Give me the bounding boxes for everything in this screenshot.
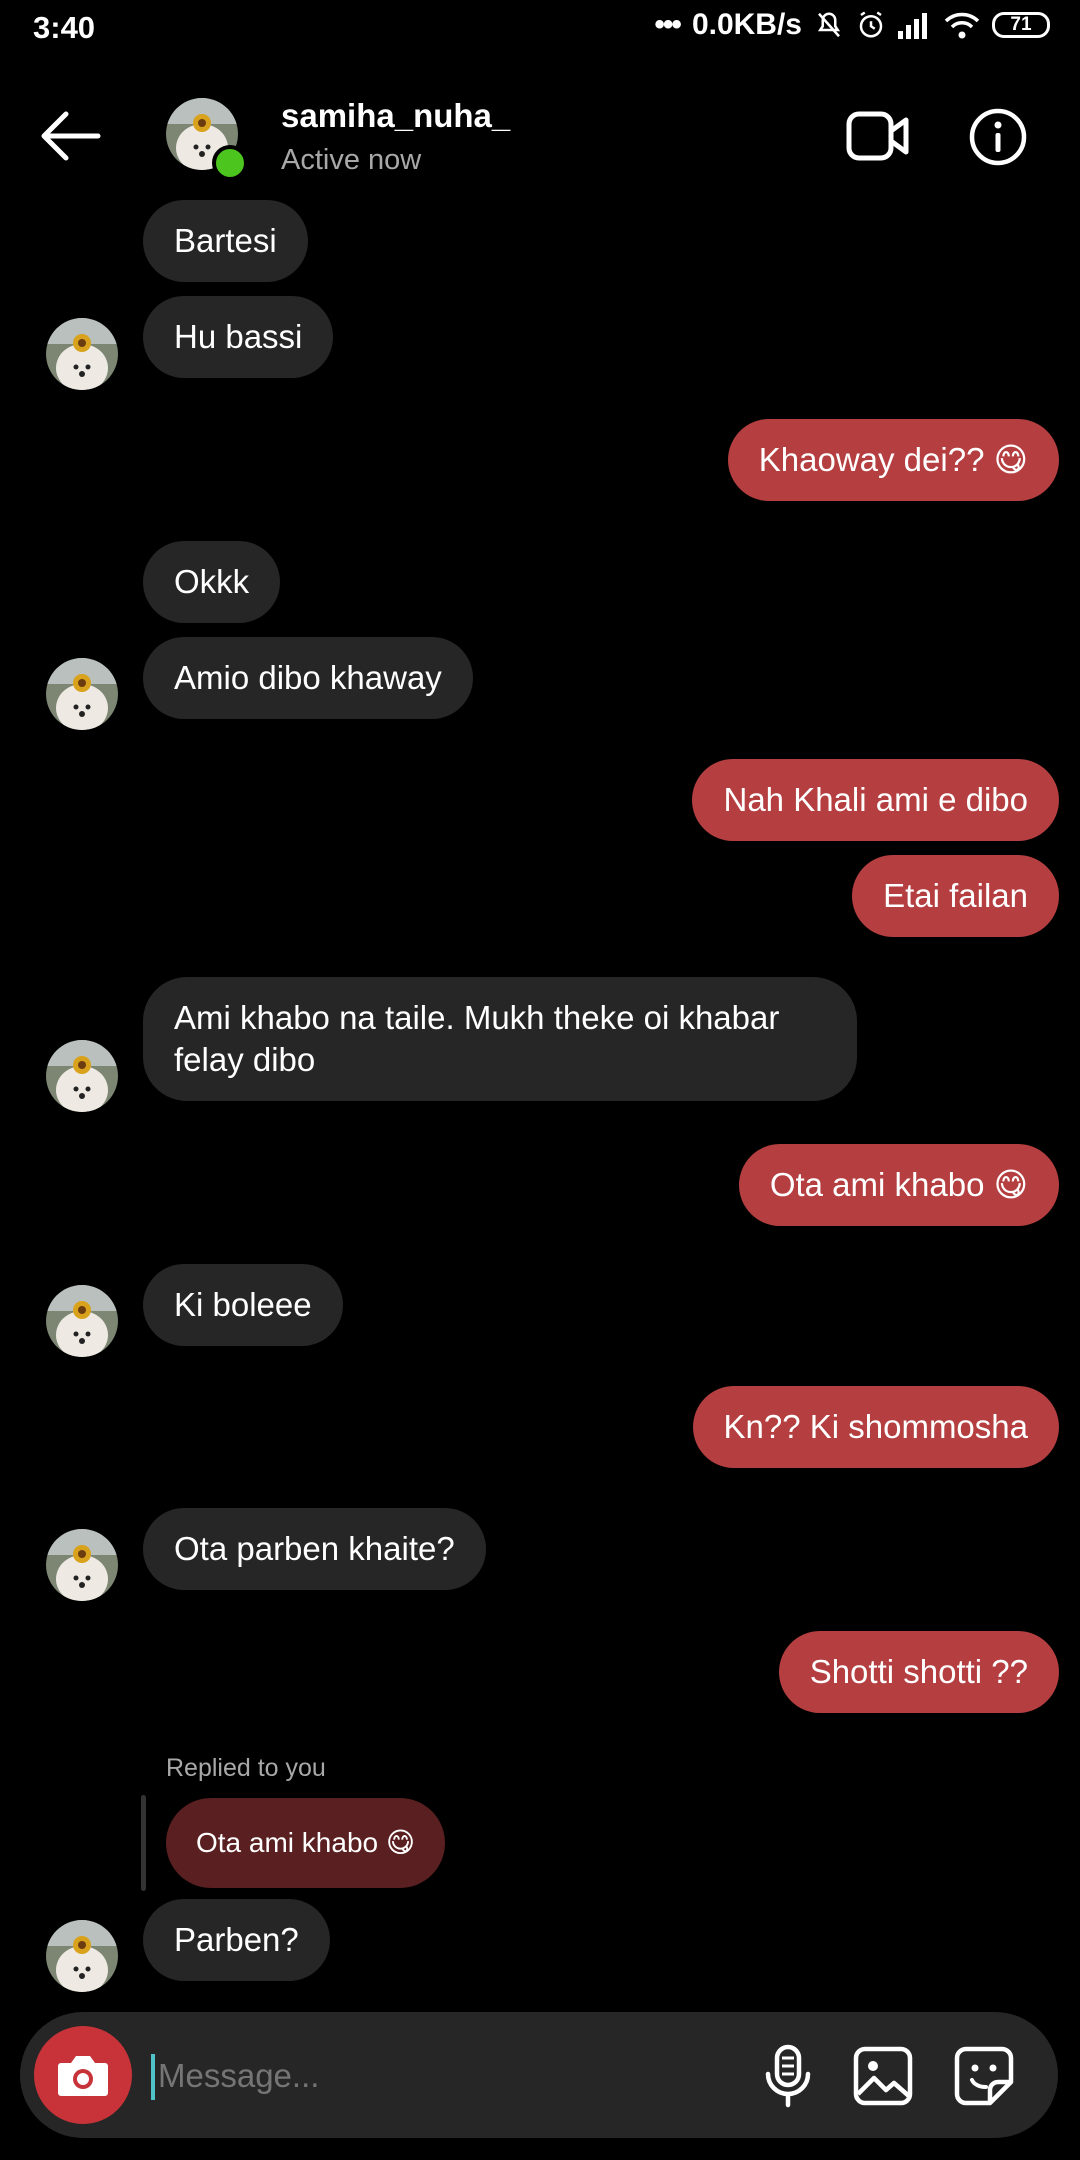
dog-avatar-icon: [46, 658, 118, 730]
message-outgoing[interactable]: Khaoway dei?? 😋: [727, 419, 1059, 501]
dog-avatar-icon: [46, 1920, 118, 1992]
message-incoming[interactable]: Parben?: [143, 1899, 330, 1981]
mute-icon: [814, 10, 844, 40]
online-indicator: [212, 145, 248, 181]
message-incoming[interactable]: Hu bassi: [143, 296, 334, 378]
reply-label: Replied to you: [166, 1754, 326, 1782]
message-incoming[interactable]: Ami khabo na taile. Mukh theke oi khabar…: [143, 977, 857, 1101]
message-outgoing[interactable]: Shotti shotti ??: [778, 1631, 1059, 1713]
message-composer: [20, 2012, 1058, 2138]
more-dots-icon: •••: [654, 8, 681, 41]
status-time: 3:40: [33, 10, 96, 45]
info-button[interactable]: [969, 108, 1027, 166]
camera-icon: [58, 2056, 108, 2096]
message-input[interactable]: [158, 2046, 718, 2106]
sender-avatar[interactable]: [46, 658, 118, 730]
video-call-icon: [846, 111, 909, 161]
message-incoming[interactable]: Ki boleee: [143, 1264, 343, 1346]
sender-avatar[interactable]: [46, 1285, 118, 1357]
battery-icon: 71: [992, 12, 1050, 38]
message-incoming[interactable]: Okkk: [143, 541, 281, 623]
sticker-icon: [954, 2046, 1014, 2106]
network-speed: 0.0KB/s: [691, 8, 802, 41]
dog-avatar-icon: [46, 1285, 118, 1357]
signal-icon: [898, 11, 932, 39]
microphone-icon: [765, 2044, 811, 2108]
message-outgoing[interactable]: Kn?? Ki shommosha: [692, 1386, 1059, 1468]
dog-avatar-icon: [46, 1529, 118, 1601]
status-bar: 3:40 ••• 0.0KB/s 71: [0, 0, 1080, 64]
message-outgoing[interactable]: Nah Khali ami e dibo: [692, 759, 1059, 841]
gallery-button[interactable]: [853, 2046, 913, 2106]
dog-avatar-icon: [46, 1040, 118, 1112]
sender-avatar[interactable]: [46, 1040, 118, 1112]
chat-header: samiha_nuha_ Active now: [0, 64, 1080, 204]
alarm-icon: [856, 10, 886, 40]
wifi-icon: [944, 11, 980, 39]
text-cursor: [151, 2054, 155, 2100]
sender-avatar[interactable]: [46, 318, 118, 390]
message-incoming[interactable]: Ota parben khaite?: [143, 1508, 486, 1590]
message-outgoing[interactable]: Etai failan: [852, 855, 1059, 937]
gallery-icon: [853, 2046, 913, 2106]
message-incoming[interactable]: Amio dibo khaway: [143, 637, 473, 719]
voice-message-button[interactable]: [758, 2044, 818, 2108]
contact-username[interactable]: samiha_nuha_: [281, 97, 510, 135]
message-incoming[interactable]: Bartesi: [143, 200, 308, 282]
quoted-message[interactable]: Ota ami khabo 😋: [166, 1798, 446, 1888]
info-icon: [969, 108, 1027, 166]
back-button[interactable]: [38, 108, 102, 164]
camera-button[interactable]: [34, 2026, 132, 2124]
message-outgoing[interactable]: Ota ami khabo 😋: [738, 1144, 1059, 1226]
dog-avatar-icon: [46, 318, 118, 390]
sender-avatar[interactable]: [46, 1920, 118, 1992]
reply-divider: [141, 1795, 146, 1891]
sender-avatar[interactable]: [46, 1529, 118, 1601]
status-icons: ••• 0.0KB/s 71: [654, 8, 1050, 42]
back-arrow-icon: [41, 111, 101, 161]
sticker-button[interactable]: [954, 2046, 1014, 2106]
video-call-button[interactable]: [846, 111, 910, 161]
active-status: Active now: [281, 144, 422, 176]
